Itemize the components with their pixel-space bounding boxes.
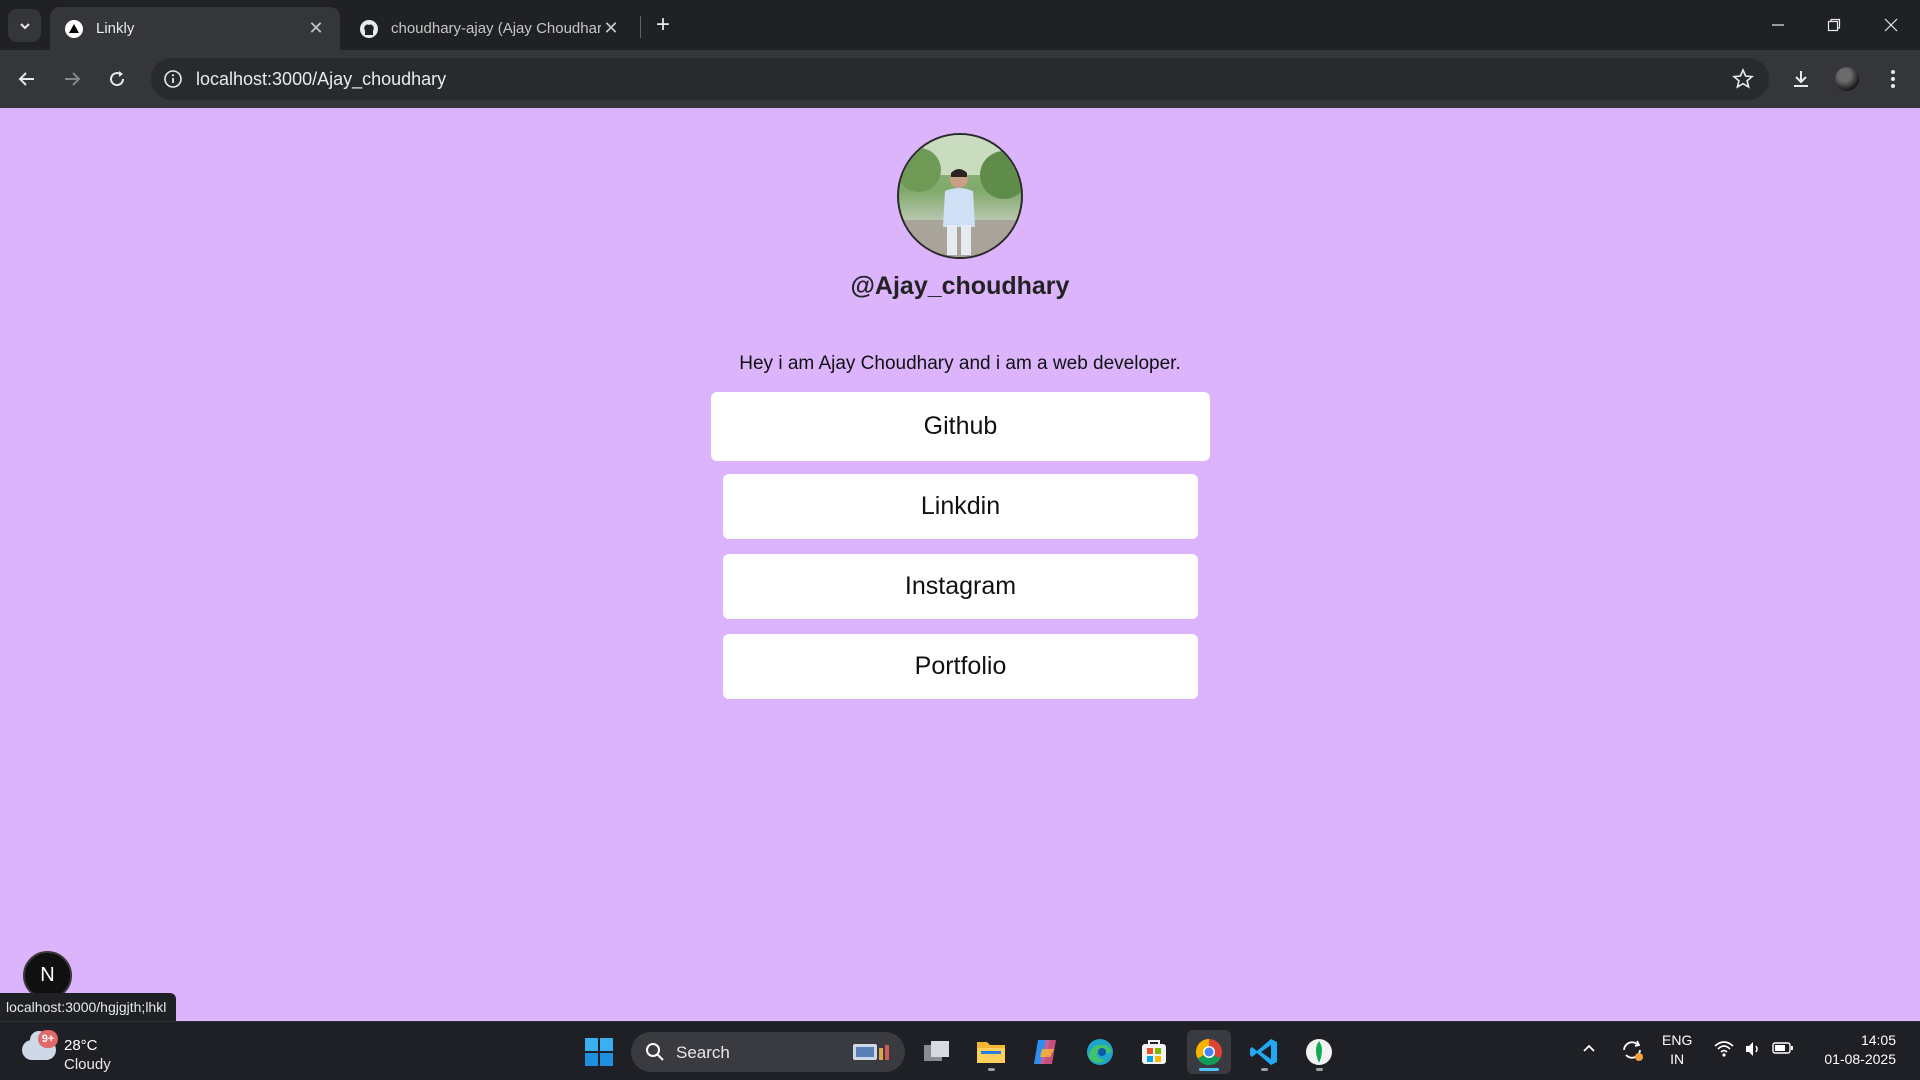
restore-icon <box>1827 18 1841 32</box>
task-view-icon <box>924 1041 949 1061</box>
close-icon <box>1884 18 1898 32</box>
language-indicator[interactable]: ENG IN <box>1662 1031 1692 1069</box>
tab-linkly[interactable]: Linkly ✕ <box>50 7 340 50</box>
vscode-button[interactable] <box>1242 1030 1286 1074</box>
volume-icon <box>1746 1042 1758 1056</box>
menu-button[interactable] <box>1875 61 1911 97</box>
close-tab-icon[interactable]: ✕ <box>306 18 326 39</box>
arrow-left-icon <box>18 72 34 86</box>
taskbar-search[interactable]: Search <box>631 1032 905 1072</box>
profile-avatar <box>1835 67 1859 91</box>
chevron-up-icon <box>1583 1044 1595 1052</box>
edge-icon <box>1087 1039 1113 1065</box>
weather-widget[interactable]: 9+ 28°C Cloudy <box>18 1030 128 1074</box>
search-highlight-icon <box>853 1044 889 1060</box>
url-text: localhost:3000/Ajay_choudhary <box>196 69 447 89</box>
browser-toolbar: localhost:3000/Ajay_choudhary <box>0 50 1920 108</box>
tab-title: choudhary-ajay (Ajay Choudhary) <box>391 20 601 37</box>
profile-picture <box>897 133 1023 259</box>
reload-button[interactable] <box>99 61 135 97</box>
tab-github[interactable]: choudhary-ajay (Ajay Choudhary) ✕ <box>345 7 635 50</box>
minimize-icon <box>1772 24 1784 26</box>
clock-date: 01-08-2025 <box>1824 1051 1896 1067</box>
battery-icon <box>1772 1042 1793 1054</box>
language-code: ENG <box>1662 1032 1693 1048</box>
profile-bio: Hey i am Ajay Choudhary and i am a web d… <box>739 353 1181 374</box>
search-placeholder: Search <box>676 1043 730 1062</box>
folder-icon <box>977 1042 1005 1063</box>
tab-title: Linkly <box>96 20 135 37</box>
mongodb-icon <box>1306 1039 1332 1065</box>
triangle-icon <box>64 19 84 39</box>
link-button-portfolio[interactable]: Portfolio <box>723 634 1198 699</box>
tab-separator <box>640 16 641 38</box>
clock-time: 14:05 <box>1860 1032 1896 1048</box>
weather-temperature: 28°C <box>64 1037 98 1054</box>
site-info-icon[interactable] <box>161 67 185 91</box>
clock[interactable]: 14:05 01-08-2025 <box>1810 1031 1896 1069</box>
sync-status-button[interactable] <box>1620 1038 1644 1065</box>
link-button-instagram[interactable]: Instagram <box>723 554 1198 619</box>
status-bar-url: localhost:3000/hgjgjth;lhkl <box>0 993 177 1021</box>
arrow-right-icon <box>65 72 81 86</box>
profile-button[interactable] <box>1829 61 1865 97</box>
link-button-linkdin[interactable]: Linkdin <box>723 474 1198 539</box>
browser-tab-strip: Linkly ✕ choudhary-ajay (Ajay Choudhary)… <box>0 0 1920 50</box>
github-icon <box>359 19 379 39</box>
close-window-button[interactable] <box>1862 0 1920 50</box>
windows-logo-icon <box>585 1038 613 1066</box>
restore-button[interactable] <box>1805 0 1863 50</box>
downloads-button[interactable] <box>1783 61 1819 97</box>
bookmark-star-icon[interactable] <box>1731 67 1755 91</box>
vscode-icon <box>1250 1039 1277 1065</box>
chevron-down-icon <box>19 22 30 29</box>
store-icon <box>1142 1040 1166 1064</box>
address-bar[interactable]: localhost:3000/Ajay_choudhary <box>151 58 1769 100</box>
forward-button[interactable] <box>54 61 90 97</box>
taskbar: 9+ 28°C Cloudy Search ENG IN 14:05 01-08… <box>0 1021 1920 1080</box>
link-button-github[interactable]: Github <box>711 392 1210 461</box>
quick-settings-button[interactable] <box>1714 1040 1794 1058</box>
kebab-menu-icon <box>1891 70 1895 88</box>
tab-search-button[interactable] <box>8 9 41 42</box>
notification-badge: 9+ <box>38 1030 58 1048</box>
close-tab-icon[interactable]: ✕ <box>601 18 621 39</box>
wifi-icon <box>1714 1041 1734 1057</box>
minimize-button[interactable] <box>1749 0 1807 50</box>
chrome-icon <box>1195 1038 1222 1066</box>
weather-condition: Cloudy <box>64 1056 111 1073</box>
copilot-button[interactable] <box>1023 1030 1067 1074</box>
chrome-button[interactable] <box>1187 1030 1231 1074</box>
start-button[interactable] <box>577 1030 621 1074</box>
microsoft-store-button[interactable] <box>1132 1030 1176 1074</box>
file-explorer-button[interactable] <box>969 1030 1013 1074</box>
show-hidden-icons-button[interactable] <box>1581 1040 1597 1059</box>
reload-icon <box>110 71 125 87</box>
sync-icon <box>1623 1040 1643 1061</box>
new-tab-button[interactable]: + <box>648 10 678 40</box>
download-icon <box>1794 71 1808 87</box>
mongodb-compass-button[interactable] <box>1297 1030 1341 1074</box>
edge-button[interactable] <box>1078 1030 1122 1074</box>
language-region: IN <box>1670 1051 1685 1067</box>
page-content: @Ajay_choudhary Hey i am Ajay Choudhary … <box>0 108 1920 1021</box>
task-view-button[interactable] <box>915 1030 959 1074</box>
copilot-icon <box>1034 1040 1056 1064</box>
profile-handle: @Ajay_choudhary <box>850 272 1070 300</box>
search-icon <box>646 1043 664 1061</box>
back-button[interactable] <box>9 61 45 97</box>
